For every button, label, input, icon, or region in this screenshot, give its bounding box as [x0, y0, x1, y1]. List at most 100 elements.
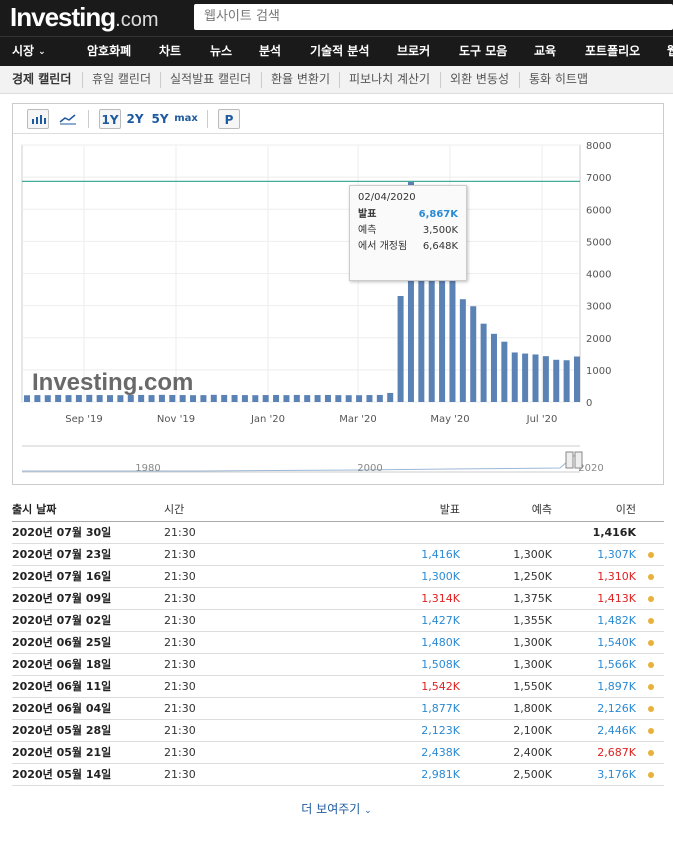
chart-bar: [24, 395, 30, 402]
table-row: 2020년 05월 28일 21:30 2,123K 2,100K 2,446K: [12, 720, 664, 742]
row-actual: 1,300K: [421, 570, 460, 583]
row-time: 21:30: [164, 746, 196, 759]
row-time: 21:30: [164, 724, 196, 737]
chart-bar: [439, 260, 446, 402]
x-tick-label: Nov '19: [157, 414, 195, 425]
chart-bar: [262, 395, 269, 402]
navigator-handle-right: [574, 451, 583, 469]
tooltip-forecast-value: 3,500K: [422, 225, 458, 236]
tooltip-date: 02/04/2020: [358, 192, 416, 203]
chart-bar: [179, 395, 186, 402]
row-previous: 1,482K: [597, 614, 636, 627]
tooltip-actual-label: 발표: [358, 209, 377, 220]
chart-bar: [449, 279, 456, 402]
chart-bar: [563, 360, 570, 402]
tooltip-forecast-label: 예측: [358, 225, 377, 236]
chart-bar: [221, 394, 228, 402]
header-forecast[interactable]: 예측: [532, 500, 552, 522]
row-previous: 1,310K: [597, 570, 636, 583]
chart-bar: [335, 395, 342, 402]
revision-dot-icon[interactable]: [648, 596, 654, 602]
table-row: 2020년 07월 23일 21:30 1,416K 1,300K 1,307K: [12, 544, 664, 566]
row-time: 21:30: [164, 680, 196, 693]
row-time: 21:30: [164, 548, 196, 561]
chart-bar: [511, 352, 518, 402]
row-actual: 1,542K: [421, 680, 460, 693]
chart-bar: [459, 299, 466, 402]
revision-dot-icon[interactable]: [648, 684, 654, 690]
chart-bar: [169, 394, 176, 402]
revision-dot-icon[interactable]: [648, 552, 654, 558]
table-header: 출시 날짜 시간 발표 예측 이전: [12, 500, 664, 522]
row-forecast: 1,550K: [513, 680, 552, 693]
row-time: 21:30: [164, 768, 196, 781]
navigator-handle-left: [565, 451, 574, 469]
revision-dot-icon[interactable]: [648, 750, 654, 756]
table-row: 2020년 05월 21일 21:30 2,438K 2,400K 2,687K: [12, 742, 664, 764]
row-actual: 2,981K: [421, 768, 460, 781]
chart-bar: [304, 395, 311, 402]
chart-bar: [210, 394, 217, 402]
row-previous: 1,566K: [597, 658, 636, 671]
y-tick-label: 4000: [586, 270, 611, 281]
row-forecast: 2,400K: [513, 746, 552, 759]
row-forecast: 2,500K: [513, 768, 552, 781]
revision-dot-icon[interactable]: [648, 618, 654, 624]
row-actual: 1,508K: [421, 658, 460, 671]
y-tick-label: 2000: [586, 334, 611, 345]
row-forecast: 1,250K: [513, 570, 552, 583]
chart-bar: [293, 394, 300, 402]
tooltip-actual-row: 발표 6,867K: [358, 207, 458, 223]
revision-dot-icon[interactable]: [648, 640, 654, 646]
chart-bar: [314, 395, 321, 402]
revision-dot-icon[interactable]: [648, 574, 654, 580]
row-time: 21:30: [164, 592, 196, 605]
row-date: 2020년 05월 14일: [12, 768, 112, 781]
chart-bar: [241, 395, 248, 402]
chart-bar: [252, 395, 259, 402]
row-date: 2020년 06월 04일: [12, 702, 112, 715]
chart-bar: [542, 356, 549, 402]
chart-bar: [532, 354, 539, 402]
chart-bar: [480, 323, 487, 402]
chart-bar: [574, 356, 580, 402]
row-forecast: 1,300K: [513, 636, 552, 649]
revision-dot-icon[interactable]: [648, 662, 654, 668]
chart-bar: [490, 333, 497, 402]
row-date: 2020년 06월 18일: [12, 658, 112, 671]
row-date: 2020년 05월 28일: [12, 724, 112, 737]
header-date[interactable]: 출시 날짜: [12, 500, 56, 522]
row-actual: 2,438K: [421, 746, 460, 759]
chart-bar: [107, 395, 114, 402]
row-actual: 2,123K: [421, 724, 460, 737]
x-tick-label: Sep '19: [65, 414, 103, 425]
revision-dot-icon[interactable]: [648, 728, 654, 734]
chart-bar: [34, 395, 41, 402]
row-time: 21:30: [164, 702, 196, 715]
tooltip-revised-row: 에서 개정됨 6,648K: [358, 239, 458, 255]
row-time: 21:30: [164, 526, 196, 539]
header-time[interactable]: 시간: [164, 500, 184, 522]
header-previous[interactable]: 이전: [616, 500, 636, 522]
row-time: 21:30: [164, 614, 196, 627]
revision-dot-icon[interactable]: [648, 772, 654, 778]
table-row: 2020년 06월 25일 21:30 1,480K 1,300K 1,540K: [12, 632, 664, 654]
chart-bar: [522, 353, 529, 402]
row-date: 2020년 07월 30일: [12, 526, 112, 539]
chart-bar: [283, 395, 290, 402]
x-tick-label: Jan '20: [250, 414, 285, 425]
table-row: 2020년 05월 14일 21:30 2,981K 2,500K 3,176K: [12, 764, 664, 786]
revision-dot-icon[interactable]: [648, 706, 654, 712]
y-tick-label: 3000: [586, 302, 611, 313]
y-tick-label: 0: [586, 398, 592, 409]
y-tick-label: 8000: [586, 141, 611, 152]
show-more-link[interactable]: 더 보여주기 ⌄: [0, 800, 673, 817]
chevron-down-icon: ⌄: [364, 806, 372, 816]
header-actual[interactable]: 발표: [440, 500, 460, 522]
row-previous: 1,413K: [597, 592, 636, 605]
navigator-label: 1980: [135, 463, 160, 474]
row-forecast: 2,100K: [513, 724, 552, 737]
chart-bar: [470, 306, 477, 402]
chart-bar: [190, 395, 197, 402]
row-actual: 1,480K: [421, 636, 460, 649]
